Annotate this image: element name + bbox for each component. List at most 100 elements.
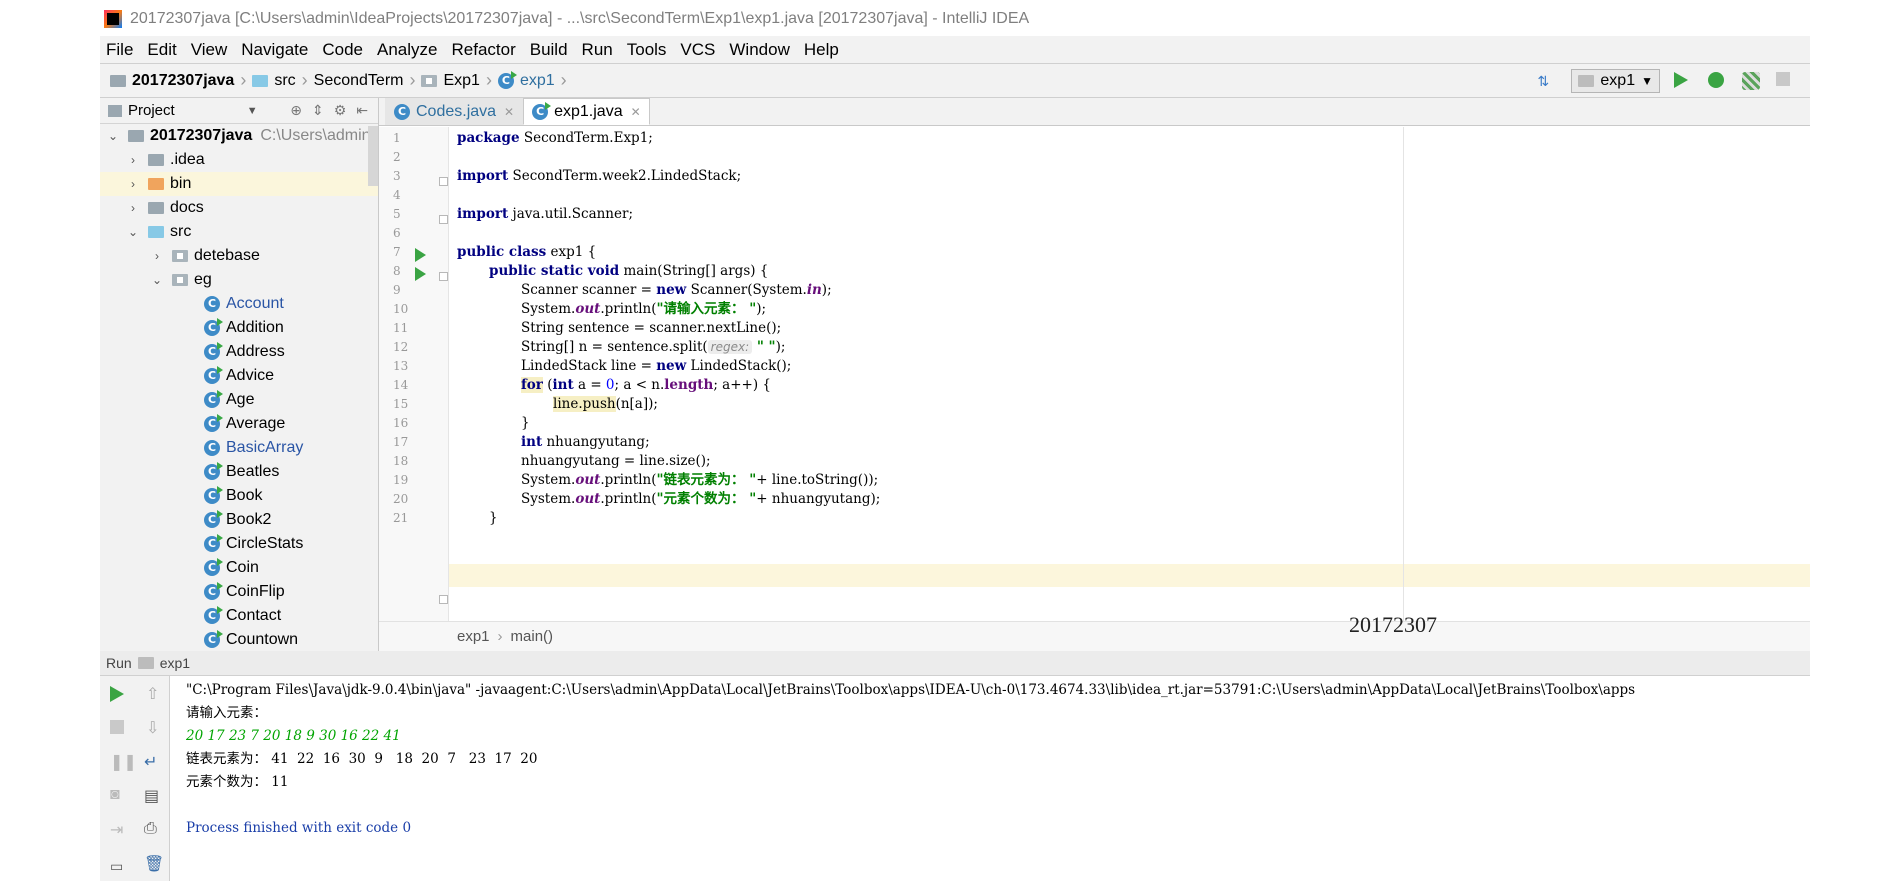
down-arrow-icon[interactable]: ⇩ — [146, 718, 164, 737]
run-tab[interactable]: exp1 — [137, 655, 190, 671]
breadcrumb-method[interactable]: main() — [511, 628, 554, 645]
soft-wrap-icon[interactable]: ↵ — [144, 752, 162, 771]
up-arrow-icon[interactable]: ⇧ — [146, 684, 164, 703]
debug-button[interactable] — [1708, 72, 1726, 90]
menu-navigate[interactable]: Navigate — [241, 40, 308, 60]
code-area[interactable]: 1 2 3 4 5 6 7 8 9 10 11 12 13 14 15 16 17 18 19 20 21 packag… — [379, 127, 1810, 621]
chevron-down-icon[interactable]: ⌄ — [106, 129, 120, 143]
tree-item-docs[interactable]: › docs — [100, 196, 378, 220]
tree-item-label: Book2 — [226, 511, 272, 528]
tree-item-class[interactable]: C Age — [100, 388, 378, 412]
menu-tools[interactable]: Tools — [627, 40, 667, 60]
tree-item-class[interactable]: C BasicArray — [100, 436, 378, 460]
project-view-selector[interactable]: Project — [128, 102, 175, 119]
console-output[interactable]: "C:\Program Files\Java\jdk-9.0.4\bin\jav… — [186, 679, 1810, 879]
tree-item-bin[interactable]: › bin — [100, 172, 378, 196]
trash-icon[interactable]: 🗑 — [144, 854, 164, 873]
class-icon: C — [204, 606, 223, 624]
menu-run[interactable]: Run — [582, 40, 613, 60]
tree-item-class[interactable]: C Advice — [100, 364, 378, 388]
crumb-exp1-package[interactable]: Exp1 › — [421, 70, 492, 91]
chevron-right-icon[interactable]: › — [126, 201, 140, 215]
menu-analyze[interactable]: Analyze — [377, 40, 437, 60]
scroll-to-end-icon[interactable]: ▤ — [144, 786, 162, 805]
tree-item-class[interactable]: C Book — [100, 484, 378, 508]
crumb-exp1-class[interactable]: C exp1 › — [497, 70, 567, 91]
chevron-right-icon[interactable]: › — [126, 153, 140, 167]
tree-item-src[interactable]: ⌄ src — [100, 220, 378, 244]
close-icon[interactable]: ✕ — [504, 105, 514, 119]
close-icon[interactable]: ✕ — [631, 105, 641, 119]
tab-codes-java[interactable]: C Codes.java ✕ — [385, 98, 524, 125]
menu-window[interactable]: Window — [729, 40, 789, 60]
camera-icon[interactable]: ◙ — [110, 786, 128, 804]
menu-edit[interactable]: Edit — [147, 40, 176, 60]
breadcrumb-class[interactable]: exp1 — [457, 628, 490, 645]
stop-icon[interactable] — [110, 720, 124, 734]
tree-item-label: BasicArray — [226, 439, 304, 456]
locate-icon[interactable]: ⊕ — [290, 102, 302, 119]
package-icon — [172, 274, 188, 286]
line-number: 13 — [393, 359, 409, 373]
chevron-down-icon[interactable]: ⌄ — [126, 225, 140, 239]
exit-icon[interactable]: ⇥ — [110, 820, 128, 839]
menu-help[interactable]: Help — [804, 40, 839, 60]
run-class-gutter-icon[interactable] — [415, 248, 426, 262]
sort-icon[interactable]: ⇅ — [1537, 72, 1555, 90]
tree-item-class[interactable]: C CoinFlip — [100, 580, 378, 604]
tree-item-class[interactable]: C Account — [100, 292, 378, 316]
tree-item-class[interactable]: C Average — [100, 412, 378, 436]
chevron-right-icon[interactable]: › — [126, 177, 140, 191]
menu-view[interactable]: View — [191, 40, 228, 60]
menu-file[interactable]: File — [106, 40, 133, 60]
tree-item-class[interactable]: C Address — [100, 340, 378, 364]
tree-item-detebase[interactable]: › detebase — [100, 244, 378, 268]
menu-refactor[interactable]: Refactor — [451, 40, 515, 60]
chevron-down-icon[interactable]: ▼ — [247, 105, 258, 117]
tree-item-class[interactable]: C Coin — [100, 556, 378, 580]
chevron-right-icon[interactable]: › — [150, 249, 164, 263]
hide-icon[interactable]: ⇤ — [356, 102, 368, 119]
tab-exp1-java[interactable]: C exp1.java ✕ — [523, 98, 650, 125]
tree-scrollbar[interactable] — [368, 126, 378, 186]
stop-button[interactable] — [1776, 72, 1794, 90]
pause-icon[interactable]: ❚❚ — [110, 752, 137, 771]
run-configuration-select[interactable]: exp1 ▼ — [1571, 69, 1660, 93]
crumb-separator: › — [485, 70, 492, 90]
menu-vcs[interactable]: VCS — [680, 40, 715, 60]
run-with-coverage-button[interactable] — [1742, 72, 1760, 90]
gear-icon[interactable]: ⚙ — [334, 102, 347, 119]
collapse-all-icon[interactable]: ⇕ — [312, 102, 324, 119]
tree-item-class[interactable]: C Addition — [100, 316, 378, 340]
tree-item-class[interactable]: C Countown — [100, 628, 378, 651]
code-line-21: } — [489, 507, 498, 530]
console-user-input: 20 17 23 7 20 18 9 30 16 22 41 — [186, 728, 401, 744]
crumb-src[interactable]: src › — [252, 70, 308, 91]
tree-item-label: Age — [226, 391, 255, 408]
rerun-button[interactable] — [110, 686, 128, 704]
tree-item-class[interactable]: C CircleStats — [100, 532, 378, 556]
menu-build[interactable]: Build — [530, 40, 568, 60]
fold-marker[interactable] — [439, 215, 448, 224]
run-button[interactable] — [1674, 72, 1692, 90]
fold-marker[interactable] — [439, 272, 448, 281]
crumb-secondterm[interactable]: SecondTerm › — [314, 70, 416, 91]
class-icon: C — [204, 390, 223, 408]
tree-item-eg[interactable]: ⌄ eg — [100, 268, 378, 292]
crumb-project[interactable]: 20172307java › — [110, 70, 246, 91]
fold-marker[interactable] — [439, 177, 448, 186]
run-main-gutter-icon[interactable] — [415, 267, 426, 281]
fold-marker[interactable] — [439, 595, 448, 604]
chevron-down-icon[interactable]: ⌄ — [150, 273, 164, 287]
print-icon[interactable]: ⎙ — [144, 820, 162, 838]
tree-item-idea[interactable]: › .idea — [100, 148, 378, 172]
tree-item-class[interactable]: C Beatles — [100, 460, 378, 484]
layout-icon[interactable]: ▭ — [110, 858, 128, 876]
menu-code[interactable]: Code — [322, 40, 363, 60]
tree-item-class[interactable]: C Book2 — [100, 508, 378, 532]
code-token: LindedStack line = — [521, 358, 657, 374]
tree-item-class[interactable]: C Contact — [100, 604, 378, 628]
code-token: 0 — [605, 377, 615, 393]
parameter-hint: regex: — [707, 340, 753, 354]
tree-root[interactable]: ⌄ 20172307java C:\Users\admin\ — [100, 124, 378, 148]
